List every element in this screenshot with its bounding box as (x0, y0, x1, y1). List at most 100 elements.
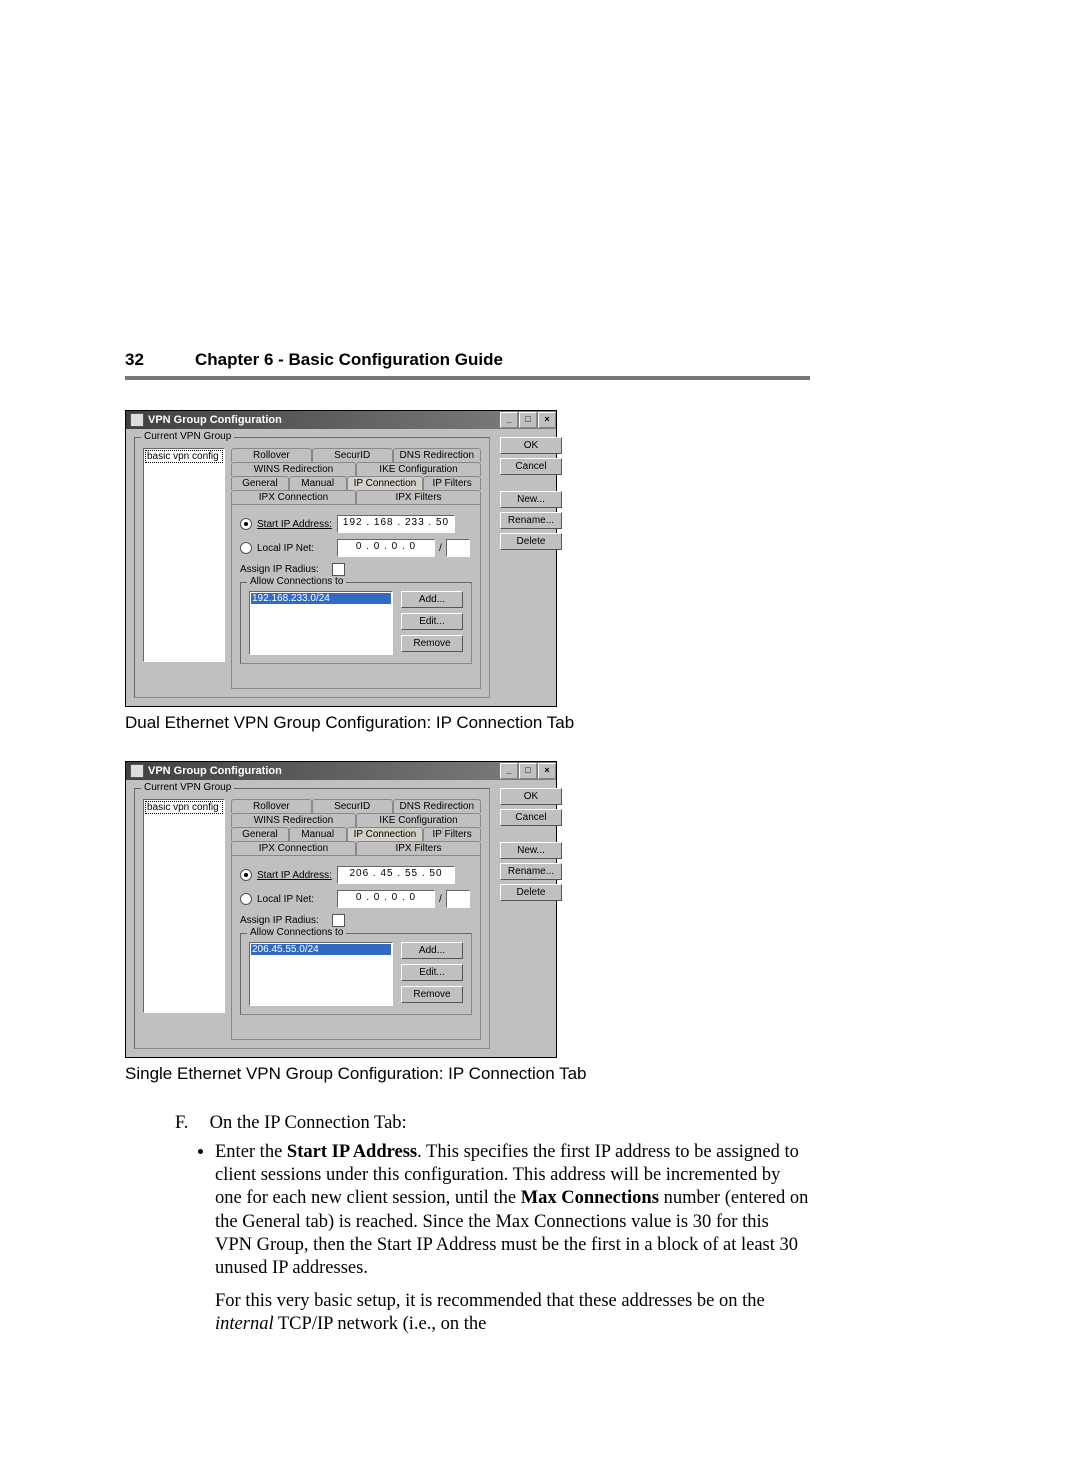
maximize-button[interactable]: □ (519, 763, 537, 779)
allow-connections-label: Allow Connections to (247, 927, 346, 938)
tab-securid[interactable]: SecurID (312, 799, 393, 813)
net-mask-input[interactable] (446, 539, 470, 557)
add-button[interactable]: Add... (401, 591, 463, 608)
window-title: VPN Group Configuration (148, 414, 282, 426)
tab-wins-redirection[interactable]: WINS Redirection (231, 813, 356, 827)
radio-local-net[interactable] (240, 542, 252, 554)
screenshot-dual-ethernet: VPN Group Configuration _ □ × Current VP… (125, 410, 557, 707)
current-vpn-group-box: Current VPN Group basic vpn config Rollo… (134, 437, 490, 698)
assign-radius-checkbox[interactable] (332, 914, 345, 927)
close-button[interactable]: × (538, 763, 556, 779)
bullet-item: Enter the Start IP Address. This specifi… (215, 1141, 810, 1336)
new-button[interactable]: New... (500, 842, 562, 859)
tab-ip-filters[interactable]: IP Filters (423, 827, 481, 841)
tab-securid[interactable]: SecurID (312, 448, 393, 462)
list-letter: F. (175, 1112, 205, 1135)
screenshot-single-ethernet: VPN Group Configuration _ □ × Current VP… (125, 761, 557, 1058)
body-text: F. On the IP Connection Tab: Enter the S… (175, 1112, 810, 1336)
assign-radius-checkbox[interactable] (332, 563, 345, 576)
intro-text: On the IP Connection Tab: (210, 1113, 407, 1133)
allow-connections-label: Allow Connections to (247, 576, 346, 587)
net-mask-input[interactable] (446, 890, 470, 908)
tab-ipx-connection[interactable]: IPX Connection (231, 490, 356, 504)
minimize-button[interactable]: _ (500, 763, 518, 779)
page-number: 32 (125, 350, 195, 370)
remove-button[interactable]: Remove (401, 635, 463, 652)
caption-2: Single Ethernet VPN Group Configuration:… (125, 1064, 810, 1084)
tab-manual[interactable]: Manual (289, 827, 347, 841)
new-button[interactable]: New... (500, 491, 562, 508)
rename-button[interactable]: Rename... (500, 512, 562, 529)
delete-button[interactable]: Delete (500, 884, 562, 901)
allow-connections-list[interactable]: 206.45.55.0/24 (249, 942, 393, 1006)
groupbox-label: Current VPN Group (141, 782, 234, 793)
remove-button[interactable]: Remove (401, 986, 463, 1003)
current-vpn-group-box: Current VPN Group basic vpn config Rollo… (134, 788, 490, 1049)
delete-button[interactable]: Delete (500, 533, 562, 550)
radio-start-ip[interactable] (240, 869, 252, 881)
allow-connections-box: Allow Connections to 192.168.233.0/24 Ad… (240, 582, 472, 664)
maximize-button[interactable]: □ (519, 412, 537, 428)
ok-button[interactable]: OK (500, 788, 562, 805)
slash-label: / (439, 894, 442, 905)
tab-rollover[interactable]: Rollover (231, 448, 312, 462)
assign-radius-label: Assign IP Radius: (240, 564, 332, 575)
tab-general[interactable]: General (231, 476, 289, 490)
tab-panel: Start IP Address: 206 . 45 . 55 . 50 Loc… (231, 855, 481, 1040)
app-icon (130, 413, 144, 427)
tab-ip-filters[interactable]: IP Filters (423, 476, 481, 490)
caption-1: Dual Ethernet VPN Group Configuration: I… (125, 713, 810, 733)
local-net-input[interactable]: 0 . 0 . 0 . 0 (337, 890, 435, 908)
vpn-group-item[interactable]: basic vpn config (145, 801, 223, 814)
radio-local-net[interactable] (240, 893, 252, 905)
vpn-group-list[interactable]: basic vpn config (143, 799, 225, 1013)
local-net-input[interactable]: 0 . 0 . 0 . 0 (337, 539, 435, 557)
window-title: VPN Group Configuration (148, 765, 282, 777)
tab-manual[interactable]: Manual (289, 476, 347, 490)
chapter-title: Chapter 6 - Basic Configuration Guide (195, 350, 503, 370)
rename-button[interactable]: Rename... (500, 863, 562, 880)
tab-dns-redirection[interactable]: DNS Redirection (393, 448, 481, 462)
start-ip-input[interactable]: 206 . 45 . 55 . 50 (337, 866, 455, 884)
edit-button[interactable]: Edit... (401, 613, 463, 630)
edit-button[interactable]: Edit... (401, 964, 463, 981)
tab-ike-configuration[interactable]: IKE Configuration (356, 813, 481, 827)
radio-start-ip[interactable] (240, 518, 252, 530)
start-ip-label: Start IP Address: (257, 870, 337, 881)
cancel-button[interactable]: Cancel (500, 809, 562, 826)
start-ip-input[interactable]: 192 . 168 . 233 . 50 (337, 515, 455, 533)
slash-label: / (439, 543, 442, 554)
tab-panel: Start IP Address: 192 . 168 . 233 . 50 L… (231, 504, 481, 689)
vpn-group-item[interactable]: basic vpn config (145, 450, 223, 463)
allow-connections-list[interactable]: 192.168.233.0/24 (249, 591, 393, 655)
allow-item[interactable]: 192.168.233.0/24 (251, 593, 391, 604)
groupbox-label: Current VPN Group (141, 431, 234, 442)
tab-ipx-filters[interactable]: IPX Filters (356, 841, 481, 855)
tab-dns-redirection[interactable]: DNS Redirection (393, 799, 481, 813)
header-rule (125, 376, 810, 380)
app-icon (130, 764, 144, 778)
local-net-label: Local IP Net: (257, 543, 337, 554)
allow-item[interactable]: 206.45.55.0/24 (251, 944, 391, 955)
tab-general[interactable]: General (231, 827, 289, 841)
tab-wins-redirection[interactable]: WINS Redirection (231, 462, 356, 476)
tab-ip-connection[interactable]: IP Connection (347, 827, 424, 841)
assign-radius-label: Assign IP Radius: (240, 915, 332, 926)
window-titlebar: VPN Group Configuration _ □ × (126, 762, 556, 780)
add-button[interactable]: Add... (401, 942, 463, 959)
page-header: 32 Chapter 6 - Basic Configuration Guide (125, 350, 810, 370)
allow-connections-box: Allow Connections to 206.45.55.0/24 Add.… (240, 933, 472, 1015)
tab-rollover[interactable]: Rollover (231, 799, 312, 813)
ok-button[interactable]: OK (500, 437, 562, 454)
vpn-group-list[interactable]: basic vpn config (143, 448, 225, 662)
tab-ipx-filters[interactable]: IPX Filters (356, 490, 481, 504)
minimize-button[interactable]: _ (500, 412, 518, 428)
tab-ip-connection[interactable]: IP Connection (347, 476, 424, 490)
tab-ipx-connection[interactable]: IPX Connection (231, 841, 356, 855)
cancel-button[interactable]: Cancel (500, 458, 562, 475)
tab-ike-configuration[interactable]: IKE Configuration (356, 462, 481, 476)
local-net-label: Local IP Net: (257, 894, 337, 905)
start-ip-label: Start IP Address: (257, 519, 337, 530)
window-titlebar: VPN Group Configuration _ □ × (126, 411, 556, 429)
close-button[interactable]: × (538, 412, 556, 428)
